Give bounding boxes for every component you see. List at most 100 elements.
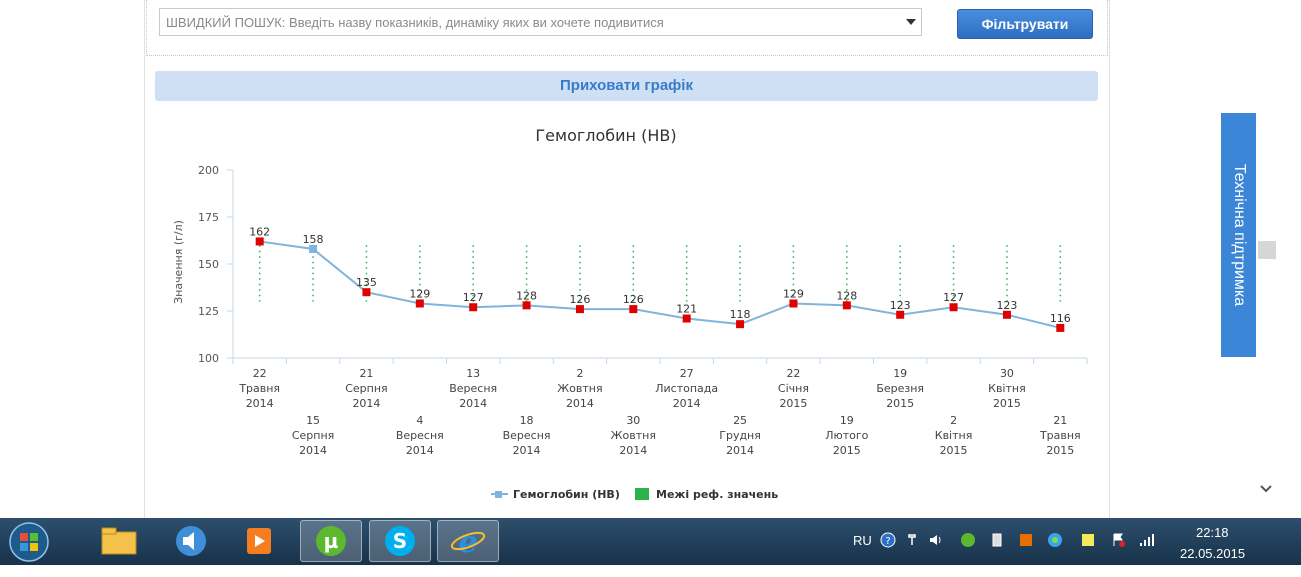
data-label: 116	[1050, 312, 1071, 325]
search-input[interactable]: ШВИДКИЙ ПОШУК: Введіть назву показників,…	[159, 8, 922, 36]
x-tick-label: Листопада	[655, 382, 718, 395]
data-label: 127	[943, 291, 964, 304]
hemoglobin-chart: Гемоглобин (HB) Значення (г/л) 100 125 150…	[172, 126, 1088, 501]
x-tick-label: 2014	[459, 397, 487, 410]
volume-icon[interactable]	[928, 532, 944, 548]
x-tick-label: 2015	[1046, 444, 1074, 457]
usb-icon[interactable]	[989, 532, 1005, 548]
x-tick-label: 2014	[566, 397, 594, 410]
utorrent-taskbar-button[interactable]: µ	[300, 520, 362, 562]
x-tick-label: Квітня	[988, 382, 1026, 395]
data-point	[896, 310, 905, 319]
chevron-down-icon[interactable]	[906, 19, 916, 25]
x-tick-label: 2014	[299, 444, 327, 457]
data-label: 126	[569, 293, 590, 306]
x-tick-label: 2	[576, 367, 583, 380]
y-axis-label: Значення (г/л)	[172, 220, 185, 304]
x-tick-label: 2015	[779, 397, 807, 410]
speaker-icon	[176, 526, 206, 556]
x-tick-label: 21	[1053, 414, 1067, 427]
utorrent-tray-icon[interactable]	[960, 532, 976, 548]
clock-time[interactable]: 22:18	[1196, 525, 1229, 540]
notes-icon[interactable]	[1080, 532, 1096, 548]
svg-text:µ: µ	[324, 529, 339, 553]
scrollbar-thumb[interactable]	[1258, 241, 1276, 259]
utorrent-icon: µ	[316, 526, 346, 556]
hide-chart-button[interactable]: Приховати графік	[155, 71, 1098, 101]
video-player-taskbar-button[interactable]	[228, 520, 290, 562]
x-tick-label: 22	[786, 367, 800, 380]
data-label: 127	[463, 291, 484, 304]
x-tick-label: 2015	[886, 397, 914, 410]
internet-explorer-icon: e	[450, 525, 486, 558]
y-tick-label: 175	[198, 211, 219, 224]
x-tick-label: 2014	[352, 397, 380, 410]
x-tick-label: 4	[416, 414, 423, 427]
data-point	[682, 314, 691, 323]
x-tick-label: 2015	[940, 444, 968, 457]
flag-icon[interactable]	[1110, 532, 1126, 548]
data-point	[949, 303, 958, 312]
filter-button[interactable]: Фільтрувати	[957, 9, 1093, 39]
network-app-icon[interactable]	[1047, 532, 1063, 548]
data-label: 118	[730, 308, 751, 321]
data-point	[736, 320, 745, 329]
play-icon	[247, 528, 271, 554]
data-label: 126	[623, 293, 644, 306]
svg-text:S: S	[393, 529, 407, 553]
x-tick-label: 13	[466, 367, 480, 380]
x-tick-label: Жовтня	[611, 429, 656, 442]
x-tick-label: 2015	[993, 397, 1021, 410]
data-label: 129	[783, 287, 804, 300]
y-tick-label: 200	[198, 164, 219, 177]
x-tick-label: Лютого	[825, 429, 868, 442]
x-tick-label: 2014	[673, 397, 701, 410]
data-point	[469, 303, 478, 312]
data-point	[522, 301, 531, 310]
hemoglobin-series-line	[259, 240, 1061, 329]
data-point	[255, 237, 264, 246]
pin-icon[interactable]	[904, 532, 920, 548]
help-icon[interactable]: ?	[880, 532, 896, 548]
legend-reference-label: Межі реф. значень	[656, 488, 778, 501]
ie-taskbar-button[interactable]: e	[437, 520, 499, 562]
legend-hemoglobin-marker	[495, 491, 502, 498]
x-tick-label: 2014	[726, 444, 754, 457]
folder-icon	[101, 527, 137, 555]
data-point	[789, 299, 798, 308]
java-icon[interactable]	[1018, 532, 1034, 548]
x-tick-label: 2014	[246, 397, 274, 410]
x-tick-label: Серпня	[345, 382, 387, 395]
x-tick-label: 2015	[833, 444, 861, 457]
skype-icon: S	[385, 526, 415, 556]
data-label: 123	[890, 299, 911, 312]
explorer-taskbar-button[interactable]	[88, 520, 150, 562]
x-tick-label: 15	[306, 414, 320, 427]
x-tick-label: 2014	[619, 444, 647, 457]
x-tick-label: Серпня	[292, 429, 334, 442]
y-tick-label: 100	[198, 352, 219, 365]
data-point	[362, 288, 371, 297]
x-tick-label: 18	[520, 414, 534, 427]
bottom-strip	[0, 565, 1301, 577]
data-point	[309, 244, 318, 253]
chevron-down-icon[interactable]	[1258, 481, 1274, 497]
x-tick-label: 2014	[406, 444, 434, 457]
language-indicator[interactable]: RU	[853, 533, 872, 548]
data-label: 129	[409, 287, 430, 300]
x-tick-label: Березня	[876, 382, 924, 395]
x-tick-label: 19	[840, 414, 854, 427]
y-tick-label: 150	[198, 258, 219, 271]
data-point	[629, 305, 638, 314]
skype-taskbar-button[interactable]: S	[369, 520, 431, 562]
start-button[interactable]	[4, 519, 54, 564]
data-point	[842, 301, 851, 310]
data-label: 128	[516, 289, 537, 302]
clock-date[interactable]: 22.05.2015	[1180, 546, 1245, 561]
data-label: 135	[356, 276, 377, 289]
media-taskbar-button[interactable]	[160, 520, 222, 562]
x-tick-label: Травня	[1039, 429, 1081, 442]
signal-icon[interactable]	[1139, 532, 1155, 548]
x-tick-label: Вересня	[396, 429, 444, 442]
tech-support-tab[interactable]: Технічна підтримка	[1221, 113, 1256, 357]
